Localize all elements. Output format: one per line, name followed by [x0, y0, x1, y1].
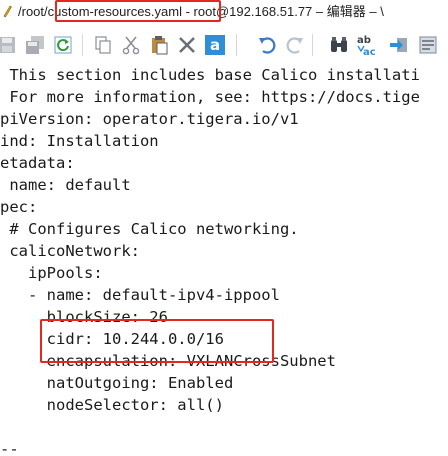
svg-text:ac: ac — [363, 47, 376, 57]
wrap-icon — [419, 36, 437, 54]
code-editor[interactable]: This section includes base Calico instal… — [0, 62, 448, 456]
code-line: ind: Installation — [0, 132, 159, 150]
replace-icon: ab ac — [357, 35, 376, 57]
select-all-icon: a — [205, 35, 225, 55]
cut-icon — [122, 36, 140, 55]
svg-text:a: a — [210, 36, 220, 54]
delete-icon — [179, 37, 195, 53]
reload-icon — [54, 36, 72, 54]
undo-button[interactable] — [254, 32, 280, 58]
code-line: etadata: — [0, 154, 75, 172]
save-all-icon — [26, 36, 44, 54]
redo-button[interactable] — [282, 32, 308, 58]
filename-highlight-box — [55, 0, 221, 22]
code-line: natOutgoing: Enabled — [0, 374, 234, 392]
code-line: ipPools: — [0, 264, 103, 282]
save-all-button[interactable] — [22, 32, 48, 58]
pencil-icon — [3, 5, 12, 18]
delete-button[interactable] — [174, 32, 200, 58]
paste-button[interactable] — [146, 32, 172, 58]
find-button[interactable] — [326, 32, 352, 58]
title-path: /root/ — [18, 4, 48, 19]
toolbar-separator — [82, 34, 83, 56]
code-line: nodeSelector: all() — [0, 396, 224, 414]
goto-icon — [390, 38, 407, 52]
reload-button[interactable] — [50, 32, 76, 58]
save-button[interactable] — [0, 32, 20, 58]
svg-text:ab: ab — [357, 35, 371, 46]
binoculars-icon — [331, 37, 347, 52]
toolbar-separator — [236, 34, 237, 56]
code-line: # Configures Calico networking. — [0, 220, 299, 238]
toolbar-separator — [312, 34, 313, 56]
title-bar: /root/custom-resources.yaml - root@192.1… — [0, 0, 448, 24]
code-line: For more information, see: https://docs.… — [0, 88, 420, 106]
toolbar: a ab ac — [0, 28, 448, 63]
wrap-button[interactable] — [416, 32, 442, 58]
redo-icon — [286, 37, 303, 54]
cut-button[interactable] — [118, 32, 144, 58]
editor-window: /root/custom-resources.yaml - root@192.1… — [0, 0, 448, 456]
code-line: piVersion: operator.tigera.io/v1 — [0, 110, 299, 128]
code-line: -- — [0, 440, 19, 456]
goto-button[interactable] — [386, 32, 412, 58]
code-line: This section includes base Calico instal… — [0, 66, 420, 84]
code-line: calicoNetwork: — [0, 242, 140, 260]
code-line: name: default — [0, 176, 131, 194]
copy-button[interactable] — [90, 32, 116, 58]
select-all-button[interactable]: a — [202, 32, 228, 58]
cidr-highlight-box — [40, 319, 274, 363]
save-icon — [0, 37, 15, 53]
paste-icon — [152, 36, 168, 55]
copy-icon — [95, 36, 111, 54]
code-line: - name: default-ipv4-ippool — [0, 286, 280, 304]
replace-button[interactable]: ab ac — [354, 32, 380, 58]
code-line: pec: — [0, 198, 38, 216]
undo-icon — [259, 37, 276, 54]
